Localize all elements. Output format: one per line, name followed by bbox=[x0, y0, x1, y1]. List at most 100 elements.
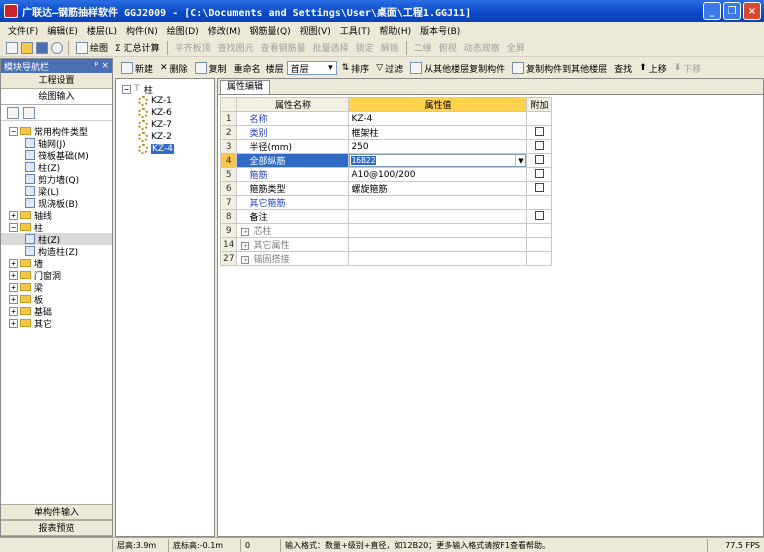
sort-button[interactable]: ⇅ 排序 bbox=[340, 62, 372, 75]
flat-top-button[interactable]: 平齐板顶 bbox=[173, 41, 213, 54]
copy-to-other-floor-button[interactable]: 复制构件到其他楼层 bbox=[510, 62, 609, 75]
expand-icon[interactable]: + bbox=[9, 270, 18, 280]
collapse-icon[interactable]: − bbox=[9, 126, 18, 136]
pin-close-icon[interactable]: ᵖ × bbox=[95, 61, 109, 71]
delete-button[interactable]: ✕ 删除 bbox=[158, 62, 190, 75]
tree-item-axisnet[interactable]: 轴网(J) bbox=[1, 137, 112, 150]
attach-checkbox[interactable] bbox=[534, 140, 544, 150]
property-row[interactable]: 7 其它箍筋 bbox=[219, 195, 553, 210]
property-group-row[interactable]: 27 + 锚固搭接 bbox=[219, 251, 553, 266]
copy-button[interactable]: 复制 bbox=[193, 62, 229, 75]
draw-button[interactable]: 绘图 bbox=[74, 41, 110, 54]
restore-button[interactable]: ❐ bbox=[723, 2, 741, 20]
property-value-cell[interactable] bbox=[348, 195, 528, 210]
expand-icon[interactable]: + bbox=[9, 294, 18, 304]
rebar-input[interactable]: 16B22 ▼ bbox=[349, 154, 527, 167]
property-value-cell[interactable]: KZ-4 bbox=[348, 111, 528, 126]
tree-item-shear-wall[interactable]: 剪力墙(Q) bbox=[1, 173, 112, 186]
copy-from-other-floor-button[interactable]: 从其他楼层复制构件 bbox=[408, 62, 507, 75]
single-input-button[interactable]: 单构件输入 bbox=[1, 504, 112, 520]
tree-node-column[interactable]: − 柱 bbox=[1, 221, 112, 234]
property-value-cell[interactable]: 框架柱 bbox=[348, 125, 528, 140]
attach-checkbox[interactable] bbox=[534, 182, 544, 192]
component-item[interactable]: KZ-7 bbox=[116, 119, 214, 131]
property-row[interactable]: 2 类别 框架柱 bbox=[219, 125, 553, 140]
move-up-button[interactable]: ⬆ 上移 bbox=[637, 62, 669, 75]
component-root[interactable]: − ⊤ 柱 bbox=[116, 83, 214, 96]
property-row[interactable]: 5 箍筋 A10@100/200 bbox=[219, 167, 553, 182]
tree-node-door-window[interactable]: + 门窗洞 bbox=[1, 269, 112, 282]
view-rebar-button[interactable]: 查看钢筋量 bbox=[259, 41, 308, 54]
attach-checkbox[interactable] bbox=[534, 168, 544, 178]
menu-view[interactable]: 视图(V) bbox=[300, 24, 331, 37]
sum-calc-button[interactable]: Σ 汇总计算 bbox=[113, 41, 162, 54]
property-value-cell[interactable]: 250 bbox=[348, 139, 528, 154]
menu-draw[interactable]: 绘图(D) bbox=[167, 24, 199, 37]
tree-node-slab[interactable]: + 板 bbox=[1, 293, 112, 306]
floor-select[interactable]: 首层 ▾ bbox=[286, 61, 337, 75]
property-group-row[interactable]: 14 + 其它属性 bbox=[219, 237, 553, 252]
attach-cell[interactable] bbox=[526, 125, 553, 140]
expand-icon[interactable]: + bbox=[9, 282, 18, 292]
attach-checkbox[interactable] bbox=[534, 154, 544, 164]
collapse-all-icon[interactable] bbox=[23, 106, 35, 119]
new-button[interactable]: 新建 bbox=[119, 62, 155, 75]
menu-edit[interactable]: 编辑(E) bbox=[47, 24, 78, 37]
property-group[interactable]: + 芯柱 bbox=[236, 223, 350, 238]
menu-floor[interactable]: 楼层(L) bbox=[87, 24, 117, 37]
property-row[interactable]: 8 备注 bbox=[219, 209, 553, 224]
menu-modify[interactable]: 修改(M) bbox=[208, 24, 241, 37]
menu-help[interactable]: 帮助(H) bbox=[379, 24, 411, 37]
component-item-selected[interactable]: KZ-4 bbox=[116, 143, 214, 155]
component-item[interactable]: KZ-1 bbox=[116, 95, 214, 107]
unlock-button[interactable]: 解锁 bbox=[379, 41, 401, 54]
minimize-button[interactable]: _ bbox=[703, 2, 721, 20]
property-value-cell[interactable]: 16B22 ▼ bbox=[348, 153, 528, 168]
tree-item-constructional-column[interactable]: 构造柱(Z) bbox=[1, 245, 112, 258]
attach-checkbox[interactable] bbox=[534, 126, 544, 136]
save-icon[interactable] bbox=[36, 41, 48, 54]
project-settings-button[interactable]: 工程设置 bbox=[1, 73, 112, 89]
collapse-icon[interactable]: − bbox=[9, 222, 18, 232]
expand-icon[interactable]: + bbox=[9, 306, 18, 316]
batch-select-button[interactable]: 批量选择 bbox=[311, 41, 351, 54]
menu-tools[interactable]: 工具(T) bbox=[340, 24, 371, 37]
find-element-button[interactable]: 查找图元 bbox=[216, 41, 256, 54]
undo-icon[interactable] bbox=[51, 41, 63, 54]
attach-checkbox[interactable] bbox=[534, 210, 544, 220]
new-file-icon[interactable] bbox=[6, 41, 18, 54]
property-value-cell[interactable] bbox=[348, 209, 528, 224]
tree-node-other[interactable]: + 其它 bbox=[1, 317, 112, 330]
property-row[interactable]: 6 箍筋类型 螺旋箍筋 bbox=[219, 181, 553, 196]
collapse-icon[interactable]: − bbox=[122, 84, 131, 94]
lock-button[interactable]: 锁定 bbox=[354, 41, 376, 54]
menu-rebar[interactable]: 钢筋量(Q) bbox=[249, 24, 290, 37]
filter-button[interactable]: ▽ 过滤 bbox=[374, 62, 405, 75]
two-d-button[interactable]: 二维 bbox=[412, 41, 434, 54]
expand-icon[interactable]: + bbox=[9, 318, 18, 328]
tree-item-slab[interactable]: 现浇板(B) bbox=[1, 197, 112, 210]
attach-cell[interactable] bbox=[526, 139, 553, 154]
tree-node-common[interactable]: − 常用构件类型 bbox=[1, 125, 112, 138]
tree-node-beam[interactable]: + 梁 bbox=[1, 281, 112, 294]
expand-icon[interactable]: + bbox=[9, 210, 18, 220]
attach-cell[interactable] bbox=[526, 209, 553, 224]
property-value-cell[interactable]: A10@100/200 bbox=[348, 167, 528, 182]
find-button[interactable]: 查找 bbox=[612, 62, 634, 75]
property-row[interactable]: 4 全部纵筋 16B22 ▼ bbox=[219, 153, 553, 168]
attach-cell[interactable] bbox=[526, 167, 553, 182]
chevron-down-icon[interactable]: ▼ bbox=[515, 155, 525, 166]
tree-item-beam[interactable]: 梁(L) bbox=[1, 185, 112, 198]
dynamic-view-button[interactable]: 动态观察 bbox=[462, 41, 502, 54]
menu-component[interactable]: 构件(N) bbox=[126, 24, 158, 37]
expand-icon[interactable]: + bbox=[241, 228, 250, 236]
tree-node-foundation[interactable]: + 基础 bbox=[1, 305, 112, 318]
tree-node-wall[interactable]: + 墙 bbox=[1, 257, 112, 270]
rename-button[interactable]: 重命名 bbox=[232, 62, 263, 75]
drawing-input-button[interactable]: 绘图输入 bbox=[1, 89, 112, 105]
tree-node-axis[interactable]: + 轴线 bbox=[1, 209, 112, 222]
property-group[interactable]: + 锚固搭接 bbox=[236, 251, 350, 266]
property-row[interactable]: 3 半径(mm) 250 bbox=[219, 139, 553, 154]
report-preview-button[interactable]: 报表预览 bbox=[1, 520, 112, 536]
tree-item-raft[interactable]: 筏板基础(M) bbox=[1, 149, 112, 162]
